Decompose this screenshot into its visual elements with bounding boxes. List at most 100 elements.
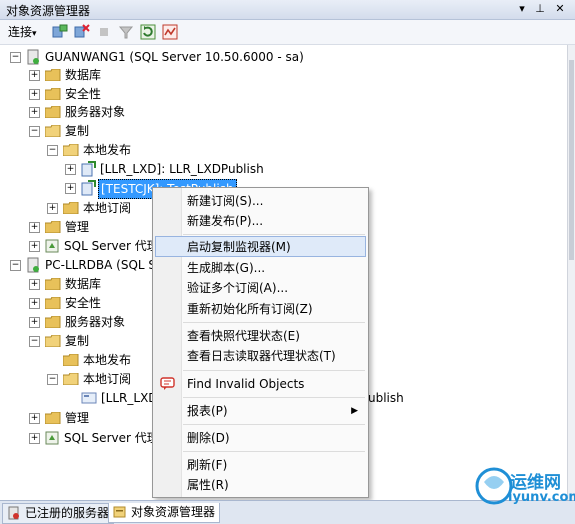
node-label: 服务器对象 bbox=[65, 105, 126, 119]
expand-toggle[interactable]: + bbox=[47, 203, 58, 214]
tab-object-explorer[interactable]: 对象资源管理器 bbox=[108, 503, 221, 523]
collapse-toggle[interactable]: − bbox=[29, 336, 40, 347]
sql-agent-icon bbox=[45, 431, 59, 445]
node-label: [LLR_LXD]: LLR_LXDPublish bbox=[100, 162, 264, 176]
node-label: 管理 bbox=[65, 411, 90, 425]
collapse-toggle[interactable]: − bbox=[10, 52, 21, 63]
menu-item-delete[interactable]: 删除(D) bbox=[155, 428, 366, 448]
menu-item-new-subscription[interactable]: 新建订阅(S)... bbox=[155, 191, 366, 211]
menu-item-refresh[interactable]: 刷新(F) bbox=[155, 455, 366, 475]
submenu-arrow-icon: ▶ bbox=[351, 406, 358, 416]
filter-icon[interactable] bbox=[118, 24, 134, 40]
expand-toggle[interactable]: + bbox=[29, 279, 40, 290]
folder-icon bbox=[45, 88, 61, 100]
collapse-toggle[interactable]: − bbox=[10, 260, 21, 271]
folder-icon bbox=[45, 316, 61, 328]
node-label: 数据库 bbox=[65, 68, 102, 82]
tab-registered-servers[interactable]: 已注册的服务器 bbox=[2, 503, 115, 524]
expand-toggle[interactable]: + bbox=[29, 107, 40, 118]
tab-label: 已注册的服务器 bbox=[25, 506, 110, 520]
window-title: 对象资源管理器 bbox=[6, 4, 91, 18]
connect-button[interactable]: 连接▾ bbox=[8, 23, 37, 41]
expand-toggle[interactable]: + bbox=[29, 70, 40, 81]
menu-item-launch-replication-monitor[interactable]: 启动复制监视器(M) bbox=[155, 236, 366, 257]
node-label: 本地发布 bbox=[83, 353, 132, 367]
menu-item-new-publication[interactable]: 新建发布(P)... bbox=[155, 211, 366, 231]
watermark-text-en: iyunv.com bbox=[508, 490, 575, 505]
menu-item-find-invalid-objects[interactable]: Find Invalid Objects bbox=[155, 374, 366, 394]
close-icon[interactable]: ✕ bbox=[552, 1, 568, 17]
folder-open-icon bbox=[63, 144, 79, 156]
expand-toggle[interactable]: + bbox=[29, 413, 40, 424]
collapse-toggle[interactable]: − bbox=[47, 145, 58, 156]
site-watermark: 运维网 iyunv.com bbox=[472, 452, 575, 518]
expand-toggle[interactable]: + bbox=[29, 241, 40, 252]
explorer-title-bar: 对象资源管理器 ▾ ⊥ ✕ bbox=[0, 0, 575, 20]
menu-separator bbox=[183, 424, 365, 425]
menu-separator bbox=[183, 451, 365, 452]
explorer-toolbar: 连接▾ bbox=[0, 20, 575, 45]
node-label: 管理 bbox=[65, 220, 90, 234]
folder-icon bbox=[63, 354, 79, 366]
collapse-toggle[interactable]: − bbox=[29, 126, 40, 137]
expand-toggle[interactable]: + bbox=[29, 317, 40, 328]
expand-toggle[interactable]: + bbox=[29, 89, 40, 100]
registered-servers-icon bbox=[8, 506, 19, 520]
menu-item-reports[interactable]: 报表(P) ▶ bbox=[155, 401, 366, 421]
chevron-down-icon: ▾ bbox=[32, 29, 37, 39]
server-label: GUANWANG1 (SQL Server 10.50.6000 - sa) bbox=[45, 50, 304, 64]
menu-item-view-snapshot-agent-status[interactable]: 查看快照代理状态(E) bbox=[155, 326, 366, 346]
folder-icon bbox=[45, 412, 61, 424]
folder-icon bbox=[45, 106, 61, 118]
menu-item-validate-subscriptions[interactable]: 验证多个订阅(A)... bbox=[155, 278, 366, 298]
node-label: 本地订阅 bbox=[83, 201, 132, 215]
menu-separator bbox=[183, 234, 365, 235]
node-label: SQL Server 代理 bbox=[64, 239, 159, 253]
expand-toggle[interactable]: + bbox=[29, 433, 40, 444]
menu-separator bbox=[183, 397, 365, 398]
folder-open-icon bbox=[63, 373, 79, 385]
node-label: 安全性 bbox=[65, 296, 102, 310]
object-explorer-icon bbox=[113, 506, 126, 518]
menu-separator bbox=[183, 370, 365, 371]
server-icon bbox=[27, 257, 39, 273]
context-menu: 新建订阅(S)... 新建发布(P)... 启动复制监视器(M) 生成脚本(G)… bbox=[152, 187, 369, 498]
folder-icon bbox=[45, 278, 61, 290]
expand-toggle[interactable]: + bbox=[65, 183, 76, 194]
node-label: 本地订阅 bbox=[83, 372, 132, 386]
collapse-toggle[interactable]: − bbox=[47, 374, 58, 385]
find-invalid-objects-icon bbox=[160, 377, 175, 390]
menu-item-reinitialize-subscriptions[interactable]: 重新初始化所有订阅(Z) bbox=[155, 299, 366, 319]
window-position-dropdown-icon[interactable]: ▾ bbox=[514, 1, 530, 17]
stop-icon[interactable] bbox=[96, 24, 112, 40]
folder-icon bbox=[63, 202, 79, 214]
refresh-icon[interactable] bbox=[140, 24, 156, 40]
scrollbar-thumb[interactable] bbox=[569, 60, 574, 260]
node-label: 服务器对象 bbox=[65, 315, 126, 329]
server-icon bbox=[27, 49, 39, 65]
expand-toggle[interactable]: + bbox=[29, 298, 40, 309]
folder-icon bbox=[45, 221, 61, 233]
folder-open-icon bbox=[45, 335, 61, 347]
menu-separator bbox=[183, 322, 365, 323]
folder-icon bbox=[45, 297, 61, 309]
folder-icon bbox=[45, 69, 61, 81]
node-label: 本地发布 bbox=[83, 143, 132, 157]
auto-hide-pin-icon[interactable]: ⊥ bbox=[532, 1, 548, 17]
menu-item-generate-scripts[interactable]: 生成脚本(G)... bbox=[155, 258, 366, 278]
server-label: PC-LLRDBA (SQL Se bbox=[45, 258, 164, 272]
node-label: 安全性 bbox=[65, 87, 102, 101]
node-label: 数据库 bbox=[65, 277, 102, 291]
connect-label: 连接 bbox=[8, 25, 33, 39]
node-label: SQL Server 代理 bbox=[64, 431, 159, 445]
connect-object-explorer-icon[interactable] bbox=[52, 24, 68, 40]
menu-item-properties[interactable]: 属性(R) bbox=[155, 475, 366, 495]
activity-monitor-icon[interactable] bbox=[162, 24, 178, 40]
expand-toggle[interactable]: + bbox=[29, 222, 40, 233]
sql-agent-icon bbox=[45, 239, 59, 253]
menu-item-view-log-reader-agent-status[interactable]: 查看日志读取器代理状态(T) bbox=[155, 346, 366, 366]
node-label: 复制 bbox=[65, 124, 90, 138]
expand-toggle[interactable]: + bbox=[65, 164, 76, 175]
folder-open-icon bbox=[45, 125, 61, 137]
disconnect-icon[interactable] bbox=[74, 24, 90, 40]
